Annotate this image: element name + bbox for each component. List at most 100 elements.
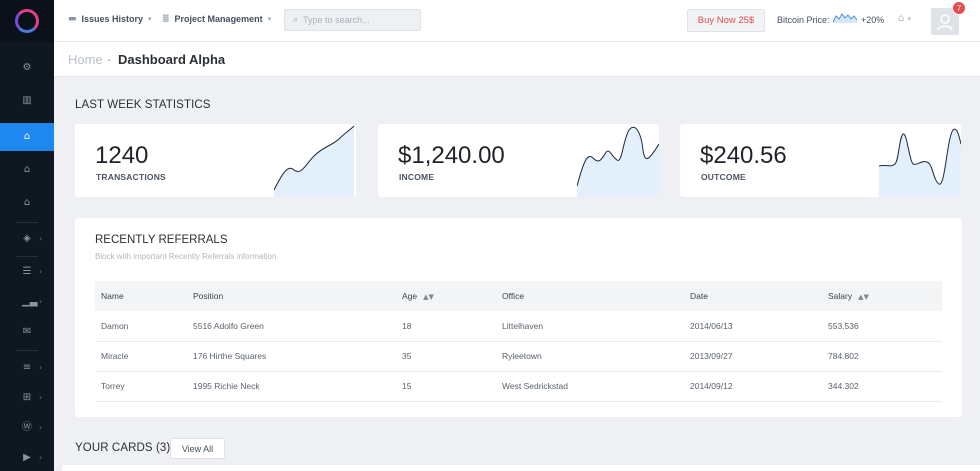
cell-salary: 784.802	[822, 341, 942, 372]
sidebar-divider	[16, 350, 38, 351]
cell-position: 176 Hirthe Squares	[187, 341, 396, 372]
chevron-right-icon: ›	[39, 267, 43, 276]
cell-age: 15	[396, 371, 496, 402]
cell-name: Miracle	[95, 341, 187, 372]
logo[interactable]	[0, 0, 54, 42]
table-row[interactable]: Miracle 176 Hirthe Squares 35 Ryleetown …	[95, 341, 942, 372]
sidebar-item-dashboard-beta[interactable]: ⌂	[0, 156, 54, 184]
home-icon: ⌂	[898, 13, 905, 24]
nav-label: Project Management	[174, 14, 263, 24]
cell-salary: 553.536	[822, 311, 942, 342]
your-cards-title: YOUR CARDS (3)	[75, 442, 171, 454]
home-icon: ⌂	[23, 164, 31, 175]
bitcoin-price-label: Bitcoin Price:	[777, 15, 830, 25]
cell-office: Ryleetown	[496, 341, 684, 372]
column-header-office[interactable]: Office	[496, 281, 684, 311]
column-header-date[interactable]: Date	[684, 281, 822, 311]
sidebar-item-settings[interactable]: ⚙	[0, 54, 54, 82]
cell-date: 2014/06/13	[684, 311, 822, 342]
view-all-button[interactable]: View All	[170, 438, 225, 459]
sidebar-item-youtube[interactable]: ▶ ›	[0, 444, 54, 471]
nav-issues-history[interactable]: ▬ Issues History ▾	[68, 14, 152, 24]
sort-icon[interactable]: ▲▼	[423, 293, 434, 301]
stat-value: 1240	[95, 142, 149, 169]
chevron-right-icon: ›	[39, 423, 43, 432]
bitcoin-change: +20%	[861, 15, 885, 25]
breadcrumb: Home · Dashboard Alpha	[54, 42, 980, 77]
stat-card-outcome: $240.56 OUTCOME	[680, 124, 961, 197]
sidebar-item-ecommerce[interactable]: ⊞ ›	[0, 384, 54, 412]
table-row[interactable]: Damon 5516 Adolfo Green 18 Littelhaven 2…	[95, 311, 942, 342]
cell-date: 2014/09/12	[684, 371, 822, 402]
card-panel-edge	[62, 465, 980, 471]
sidebar-item-components[interactable]: ◈ ›	[0, 225, 54, 253]
cart-icon: ⊞	[22, 392, 32, 403]
sidebar: ⚙ ▥ ⌂ ⌂ ⌂ ◈ › ☰ › ▁▃ › ✉ ≡ › ⊞ › Ⓦ › ▶ ›	[0, 0, 54, 471]
stats-section-title: LAST WEEK STATISTICS	[75, 99, 211, 111]
outcome-sparkline	[879, 128, 961, 197]
bitcoin-sparkline	[833, 13, 857, 23]
stat-card-transactions: 1240 TRANSACTIONS	[75, 124, 356, 197]
cell-position: 1995 Richie Neck	[187, 371, 396, 402]
sidebar-item-dashboard-gamma[interactable]: ⌂	[0, 189, 54, 217]
stat-card-income: $1,240.00 INCOME	[378, 124, 659, 197]
column-header-age[interactable]: Age ▲▼	[396, 281, 496, 311]
youtube-icon: ▶	[23, 452, 31, 463]
gear-icon: ⚙	[22, 62, 32, 73]
sidebar-item-charts[interactable]: ▁▃ ›	[0, 288, 54, 316]
referrals-subtitle: Block with important Recently Referrals …	[95, 252, 277, 261]
column-header-salary[interactable]: Salary ▲▼	[822, 281, 942, 311]
column-header-position[interactable]: Position	[187, 281, 396, 311]
sidebar-divider	[16, 222, 38, 223]
sidebar-item-wordpress[interactable]: Ⓦ ›	[0, 414, 54, 442]
sidebar-item-library[interactable]: ▥	[0, 87, 54, 115]
cell-salary: 344.302	[822, 371, 942, 402]
sidebar-item-mail[interactable]: ✉	[0, 318, 54, 346]
cell-age: 35	[396, 341, 496, 372]
table-row[interactable]: Torrey 1995 Richie Neck 15 West Sedricks…	[95, 371, 942, 402]
folder-icon: ▬	[68, 14, 77, 24]
stat-label: INCOME	[399, 172, 435, 182]
chevron-right-icon: ›	[39, 234, 43, 243]
stat-label: TRANSACTIONS	[96, 172, 166, 182]
page-title: Dashboard Alpha	[118, 52, 226, 67]
sidebar-divider	[16, 256, 38, 257]
search-icon: ⌕	[293, 15, 299, 25]
cell-name: Damon	[95, 311, 187, 342]
cell-age: 18	[396, 311, 496, 342]
cell-position: 5516 Adolfo Green	[187, 311, 396, 342]
library-icon: ▥	[22, 95, 32, 106]
buy-now-button[interactable]: Buy Now 25$	[687, 9, 765, 32]
cell-office: West Sedrickstad	[496, 371, 684, 402]
stat-value: $240.56	[700, 142, 787, 169]
transactions-sparkline	[274, 125, 355, 197]
column-header-name[interactable]: Name	[95, 281, 187, 311]
table-header-row: Name Position Age ▲▼ Office Date Salary ▲▼	[95, 281, 942, 311]
logo-ring-icon	[15, 9, 39, 33]
chevron-down-icon: ▾	[267, 15, 272, 23]
database-icon: ≡	[22, 362, 32, 373]
cell-name: Torrey	[95, 371, 187, 402]
sort-icon[interactable]: ▲▼	[858, 293, 869, 301]
search-box[interactable]: ⌕	[284, 9, 421, 31]
chevron-down-icon: ▾	[907, 15, 912, 23]
search-input[interactable]	[303, 15, 404, 25]
sidebar-item-dashboard-alpha[interactable]: ⌂	[0, 123, 54, 151]
referrals-table: Name Position Age ▲▼ Office Date Salary ▲▼…	[95, 281, 942, 402]
chevron-right-icon: ›	[39, 393, 43, 402]
home-icon: ⌂	[23, 131, 31, 142]
sidebar-item-forms[interactable]: ☰ ›	[0, 258, 54, 286]
nav-project-management[interactable]: ≣ Project Management ▾	[162, 14, 271, 24]
stack-icon: ≣	[162, 14, 170, 24]
diamond-icon: ◈	[23, 233, 31, 244]
stat-label: OUTCOME	[701, 172, 746, 182]
referrals-title: RECENTLY REFERRALS	[95, 234, 228, 246]
income-sparkline	[577, 126, 659, 197]
breadcrumb-home-link[interactable]: Home	[68, 52, 103, 67]
chart-icon: ▁▃	[22, 296, 38, 307]
top-header: ▬ Issues History ▾ ≣ Project Management …	[54, 0, 980, 42]
nav-label: Issues History	[81, 14, 144, 24]
sidebar-item-database[interactable]: ≡ ›	[0, 354, 54, 382]
chevron-right-icon: ›	[39, 363, 43, 372]
home-menu[interactable]: ⌂ ▾	[898, 13, 911, 24]
